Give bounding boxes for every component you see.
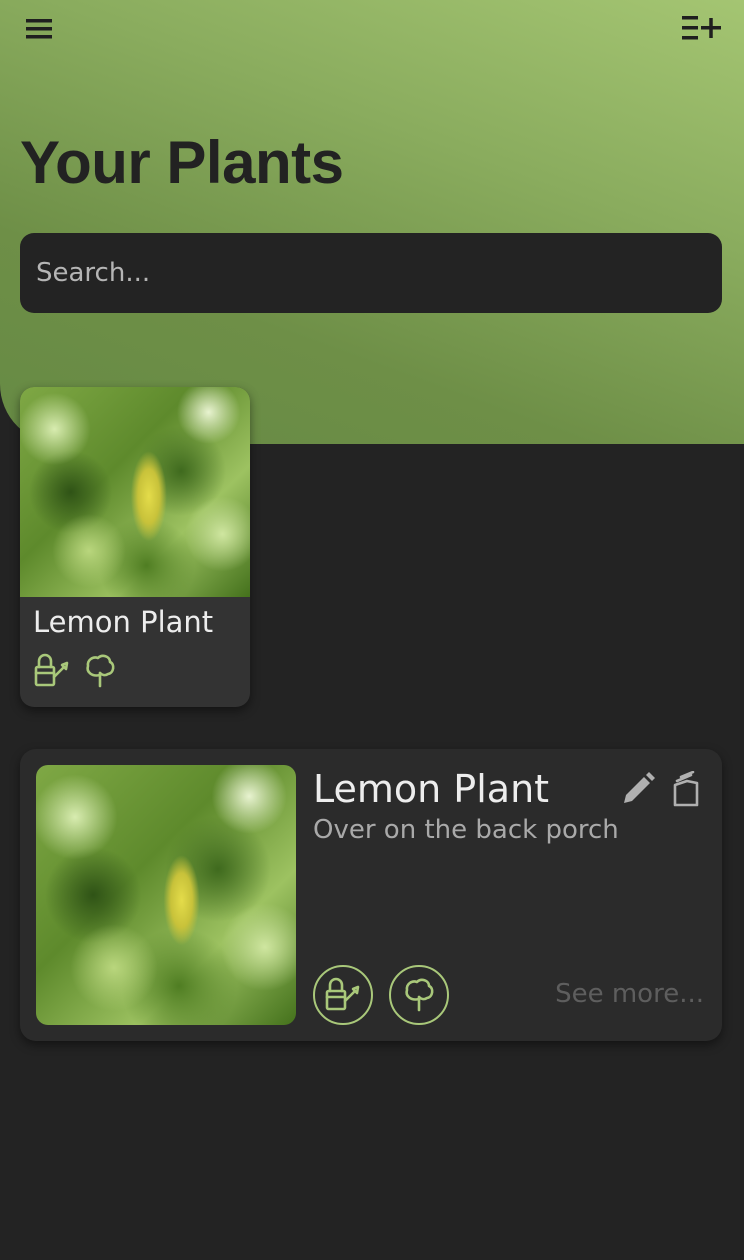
- water-plant-button[interactable]: [313, 965, 373, 1025]
- tree-icon: [80, 651, 120, 691]
- watering-can-icon: [325, 977, 360, 1011]
- see-more-link[interactable]: See more...: [555, 979, 704, 1009]
- plant-care-button[interactable]: [389, 965, 449, 1025]
- tree-icon: [405, 978, 434, 1012]
- pencil-icon: [624, 772, 655, 803]
- plant-photo: [36, 765, 296, 1025]
- watering-can-icon: [32, 651, 72, 691]
- search-input[interactable]: [20, 233, 722, 313]
- plant-photo: [20, 387, 250, 597]
- delete-icon: [673, 771, 699, 807]
- add-plant-button[interactable]: [678, 5, 726, 53]
- plant-name: Lemon Plant: [33, 605, 214, 639]
- plant-grid-card[interactable]: Lemon Plant: [20, 387, 250, 707]
- page-title: Your Plants: [20, 129, 344, 196]
- delete-button[interactable]: [664, 765, 708, 813]
- plant-name: Lemon Plant: [313, 767, 550, 811]
- playlist-add-icon: [682, 16, 721, 40]
- plant-list-card[interactable]: Lemon Plant Over on the back porch See m…: [20, 749, 722, 1041]
- plant-location: Over on the back porch: [313, 815, 619, 845]
- menu-button[interactable]: [16, 5, 64, 53]
- hamburger-menu-icon: [26, 19, 52, 39]
- edit-button[interactable]: [616, 765, 660, 813]
- header-background: [0, 0, 744, 444]
- plant-status-icons: [32, 651, 120, 691]
